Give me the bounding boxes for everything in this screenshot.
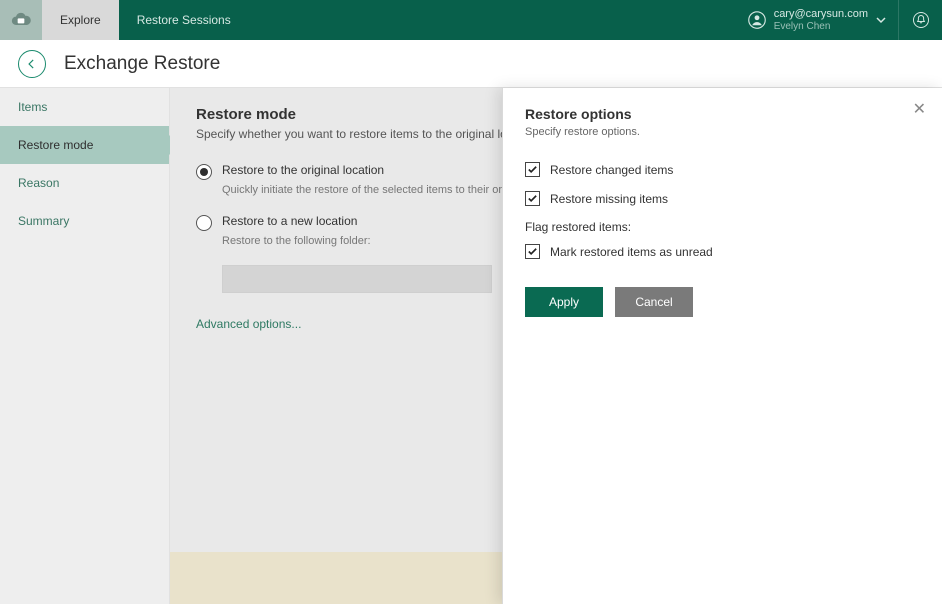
user-column: cary@carysun.com Evelyn Chen: [774, 8, 868, 31]
radio-original[interactable]: [196, 164, 212, 180]
check-restore-changed[interactable]: Restore changed items: [525, 162, 920, 177]
step-reason[interactable]: Reason: [0, 164, 169, 202]
checkbox-missing[interactable]: [525, 191, 540, 206]
title-bar: Exchange Restore: [0, 40, 942, 88]
tab-label: Explore: [60, 13, 101, 27]
check-icon: [527, 164, 538, 175]
checkbox-changed-label: Restore changed items: [550, 163, 673, 177]
step-label: Restore mode: [18, 138, 93, 152]
checkbox-changed[interactable]: [525, 162, 540, 177]
folder-input[interactable]: [222, 265, 492, 293]
step-restore-mode[interactable]: Restore mode: [0, 126, 169, 164]
wizard-steps: Items Restore mode Reason Summary: [0, 88, 170, 604]
apply-button[interactable]: Apply: [525, 287, 603, 317]
back-button[interactable]: [18, 50, 46, 78]
app-logo: [0, 0, 42, 40]
close-icon[interactable]: ✕: [913, 102, 926, 118]
cancel-button[interactable]: Cancel: [615, 287, 693, 317]
flyout-title: Restore options: [525, 106, 920, 122]
tab-label: Restore Sessions: [137, 13, 231, 27]
flag-section-label: Flag restored items:: [525, 220, 920, 234]
arrow-left-icon: [25, 57, 39, 71]
top-bar: Explore Restore Sessions cary@carysun.co…: [0, 0, 942, 40]
spacer: [249, 0, 736, 40]
tab-explore[interactable]: Explore: [42, 0, 119, 40]
step-label: Summary: [18, 214, 69, 228]
flyout-subtitle: Specify restore options.: [525, 126, 920, 138]
check-icon: [527, 246, 538, 257]
check-mark-unread[interactable]: Mark restored items as unread: [525, 244, 920, 259]
radio-new[interactable]: [196, 215, 212, 231]
advanced-options-link[interactable]: Advanced options...: [196, 317, 301, 331]
restore-options-panel: ✕ Restore options Specify restore option…: [502, 88, 942, 604]
user-menu[interactable]: cary@carysun.com Evelyn Chen: [736, 0, 898, 40]
cloud-icon: [11, 10, 31, 30]
flyout-buttons: Apply Cancel: [525, 287, 920, 317]
step-items[interactable]: Items: [0, 88, 169, 126]
checkbox-missing-label: Restore missing items: [550, 192, 668, 206]
check-restore-missing[interactable]: Restore missing items: [525, 191, 920, 206]
step-label: Items: [18, 100, 47, 114]
checkbox-unread[interactable]: [525, 244, 540, 259]
step-label: Reason: [18, 176, 59, 190]
chevron-down-icon: [876, 15, 886, 25]
page-title: Exchange Restore: [64, 53, 220, 75]
avatar-icon: [748, 11, 766, 29]
checkbox-unread-label: Mark restored items as unread: [550, 245, 713, 259]
step-summary[interactable]: Summary: [0, 202, 169, 240]
main-layout: Items Restore mode Reason Summary Restor…: [0, 88, 942, 604]
check-icon: [527, 193, 538, 204]
radio-new-label: Restore to a new location: [222, 214, 357, 228]
user-email: cary@carysun.com: [774, 8, 868, 20]
radio-original-label: Restore to the original location: [222, 163, 384, 177]
user-name: Evelyn Chen: [774, 21, 868, 32]
tab-restore-sessions[interactable]: Restore Sessions: [119, 0, 249, 40]
notifications-button[interactable]: [898, 0, 942, 40]
bell-icon: [912, 11, 930, 29]
